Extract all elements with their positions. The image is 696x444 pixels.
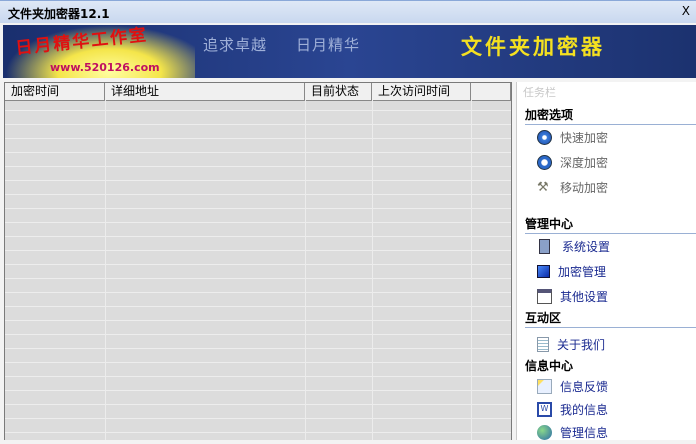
item-label: 我的信息 bbox=[560, 403, 609, 417]
info-icon bbox=[537, 130, 552, 145]
item-label: 管理信息 bbox=[560, 426, 609, 440]
section-interaction: 互动区 bbox=[525, 309, 696, 328]
feedback[interactable]: 信息反馈 bbox=[517, 375, 696, 398]
column-divider bbox=[305, 100, 373, 440]
section-management: 管理中心 bbox=[525, 215, 696, 234]
window-title: 文件夹加密器12.1 bbox=[8, 7, 110, 21]
item-label: 其他设置 bbox=[560, 290, 609, 304]
task-pane: 任务栏 加密选项 快速加密 深度加密 ⚒ 移动加密 管理中心 系统设置 加密管理 … bbox=[516, 82, 696, 440]
table-header: 加密时间 详细地址 目前状态 上次访问时间 bbox=[5, 83, 511, 101]
system-settings[interactable]: 系统设置 bbox=[517, 234, 696, 259]
section-info-center: 信息中心 bbox=[525, 359, 574, 373]
my-info[interactable]: W 我的信息 bbox=[517, 398, 696, 421]
column-divider bbox=[5, 100, 106, 440]
other-settings[interactable]: 其他设置 bbox=[517, 284, 696, 309]
section-encrypt-options: 加密选项 bbox=[525, 106, 696, 125]
item-label: 移动加密 bbox=[560, 181, 609, 195]
column-header-path[interactable]: 详细地址 bbox=[105, 83, 305, 100]
slogan-2: 日月精华 bbox=[296, 36, 361, 54]
logo: 日月精华工作室 www.520126.com bbox=[5, 25, 195, 78]
tools-icon: ⚒ bbox=[537, 180, 549, 195]
column-header-last-access[interactable]: 上次访问时间 bbox=[372, 83, 471, 100]
logo-url: www.520126.com bbox=[50, 61, 160, 74]
manage-info[interactable]: 管理信息 bbox=[517, 421, 696, 444]
title-bar: 文件夹加密器12.1 X bbox=[0, 0, 696, 23]
close-button[interactable]: X bbox=[682, 4, 690, 18]
item-label: 关于我们 bbox=[557, 338, 606, 352]
globe-icon bbox=[537, 425, 552, 440]
item-label: 加密管理 bbox=[558, 265, 607, 279]
app-name: 文件夹加密器 bbox=[461, 35, 605, 59]
quick-encrypt[interactable]: 快速加密 bbox=[517, 125, 696, 150]
clock-icon bbox=[537, 155, 552, 170]
about-us[interactable]: 关于我们 bbox=[517, 332, 696, 357]
item-label: 信息反馈 bbox=[560, 380, 609, 394]
column-divider bbox=[372, 100, 472, 440]
deep-encrypt[interactable]: 深度加密 bbox=[517, 150, 696, 175]
square-icon bbox=[537, 265, 550, 278]
task-pane-caption: 任务栏 bbox=[523, 86, 556, 99]
item-label: 快速加密 bbox=[560, 131, 609, 145]
slogan-1: 追求卓越 bbox=[203, 36, 268, 54]
column-divider bbox=[105, 100, 306, 440]
column-header-empty[interactable] bbox=[471, 83, 511, 100]
item-label: 系统设置 bbox=[562, 240, 611, 254]
move-encrypt[interactable]: ⚒ 移动加密 bbox=[517, 175, 696, 200]
encrypted-list-table[interactable]: 加密时间 详细地址 目前状态 上次访问时间 bbox=[4, 82, 512, 440]
device-icon bbox=[539, 239, 550, 254]
item-label: 深度加密 bbox=[560, 156, 609, 170]
word-document-icon: W bbox=[537, 402, 552, 417]
column-header-status[interactable]: 目前状态 bbox=[305, 83, 372, 100]
column-header-encrypt-time[interactable]: 加密时间 bbox=[5, 83, 105, 100]
logo-text: 日月精华工作室 bbox=[14, 25, 149, 59]
banner: 日月精华工作室 www.520126.com 追求卓越 日月精华 文件夹加密器 bbox=[3, 25, 696, 78]
document-icon bbox=[537, 337, 549, 352]
new-document-icon bbox=[537, 379, 552, 394]
encrypt-management[interactable]: 加密管理 bbox=[517, 259, 696, 284]
window-icon bbox=[537, 289, 552, 304]
